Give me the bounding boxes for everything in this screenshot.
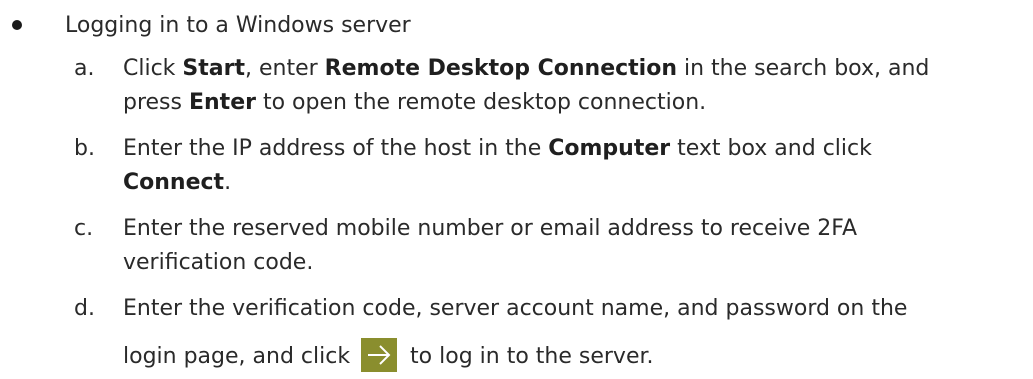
step-text: Enter the IP address of the host in the … <box>123 132 1028 200</box>
text-run: press <box>123 90 189 115</box>
right-arrow-icon <box>368 345 391 365</box>
step-marker: c. <box>74 216 94 241</box>
text-run: Click <box>123 56 183 81</box>
step-line: Connect. <box>123 166 1028 200</box>
document-body: Logging in to a Windows server a. Click … <box>0 0 1033 379</box>
bullet-dot-icon <box>12 20 22 30</box>
bullet-heading: Logging in to a Windows server <box>65 12 411 38</box>
login-arrow-button[interactable] <box>361 338 398 372</box>
step-marker: d. <box>74 296 95 321</box>
step-marker: a. <box>74 56 95 81</box>
bullet-item: Logging in to a Windows server <box>10 8 411 42</box>
ui-term-enter: Enter <box>188 90 256 115</box>
step-line: Enter the reserved mobile number or emai… <box>123 216 857 241</box>
ui-term-start: Start <box>182 56 245 81</box>
step-line: Enter the verification code, server acco… <box>123 296 908 321</box>
text-run: Enter the IP address of the host in the <box>123 136 549 161</box>
text-run: , enter <box>245 56 325 81</box>
step-line: Click Start, enter Remote Desktop Connec… <box>123 52 1028 86</box>
step-line: Enter the IP address of the host in the … <box>123 132 1028 166</box>
step-line: verification code. <box>123 250 314 275</box>
text-run: login page, and click <box>123 344 358 369</box>
ui-term-remote-desktop-connection: Remote Desktop Connection <box>324 56 677 81</box>
ui-term-connect: Connect <box>123 170 225 195</box>
text-run: to log in to the server. <box>403 344 654 369</box>
step-marker: b. <box>74 136 95 161</box>
text-run: . <box>224 170 232 195</box>
step-text: Enter the reserved mobile number or emai… <box>123 212 1028 280</box>
step-line: press Enter to open the remote desktop c… <box>123 86 1028 120</box>
text-run: to open the remote desktop connection. <box>255 90 707 115</box>
text-run: text box and click <box>670 136 872 161</box>
text-run: in the search box, and <box>677 56 930 81</box>
step-line: login page, and click to log in to the s… <box>123 338 1028 374</box>
step-text: Enter the verification code, server acco… <box>123 292 1028 374</box>
step-text: Click Start, enter Remote Desktop Connec… <box>123 52 1028 120</box>
ui-term-computer: Computer <box>548 136 671 161</box>
